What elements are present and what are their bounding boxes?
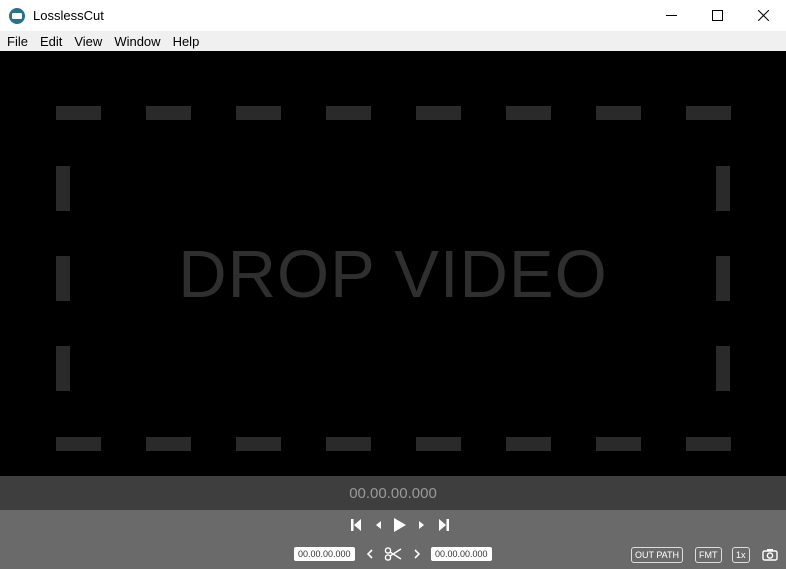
chevron-right-icon	[414, 549, 421, 559]
play-icon	[394, 518, 406, 532]
minimize-icon	[665, 15, 677, 16]
app-icon	[9, 7, 25, 24]
window-controls	[648, 0, 786, 31]
skip-to-start-icon	[351, 519, 361, 531]
cut-end-time[interactable]: 00.00.00.000	[431, 547, 492, 561]
minimize-button[interactable]	[648, 0, 694, 31]
step-forward-icon	[419, 521, 424, 529]
set-cut-end-button[interactable]	[411, 547, 423, 561]
maximize-icon	[711, 10, 723, 21]
menu-edit[interactable]: Edit	[33, 34, 67, 49]
scissors-icon	[384, 547, 402, 561]
transport-controls	[345, 517, 455, 533]
maximize-button[interactable]	[694, 0, 740, 31]
set-cut-start-button[interactable]	[364, 547, 376, 561]
screenshot-button[interactable]	[762, 547, 778, 561]
play-button[interactable]	[389, 517, 411, 533]
menu-file[interactable]: File	[0, 34, 33, 49]
menu-window[interactable]: Window	[107, 34, 165, 49]
drop-video-label: DROP VIDEO	[178, 237, 608, 312]
jump-end-button[interactable]	[433, 517, 455, 533]
menu-bar: File Edit View Window Help	[0, 31, 786, 51]
out-path-button[interactable]: OUT PATH	[631, 547, 684, 563]
window-title: LosslessCut	[33, 8, 104, 23]
current-time: 00.00.00.000	[349, 484, 437, 502]
drop-zone[interactable]: DROP VIDEO	[0, 51, 786, 476]
timeline[interactable]: 00.00.00.000	[0, 476, 786, 510]
close-icon	[757, 10, 769, 21]
menu-view[interactable]: View	[67, 34, 107, 49]
title-bar: LosslessCut	[0, 0, 786, 31]
jump-start-button[interactable]	[345, 517, 367, 533]
format-button[interactable]: FMT	[695, 547, 722, 563]
skip-to-end-icon	[439, 519, 449, 531]
cut-button[interactable]	[384, 547, 402, 561]
cut-start-time[interactable]: 00.00.00.000	[294, 547, 355, 561]
menu-help[interactable]: Help	[166, 34, 205, 49]
next-frame-button[interactable]	[411, 517, 433, 533]
step-back-icon	[376, 521, 381, 529]
close-button[interactable]	[740, 0, 786, 31]
speed-button[interactable]: 1x	[732, 547, 750, 563]
chevron-left-icon	[366, 549, 373, 559]
camera-icon	[762, 548, 778, 561]
prev-frame-button[interactable]	[367, 517, 389, 533]
